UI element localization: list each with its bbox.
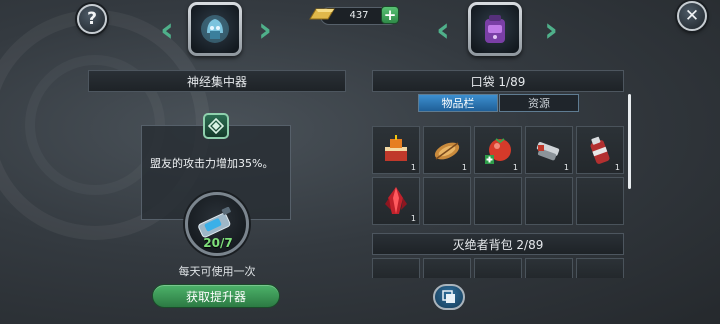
next-bag-chevron-icon[interactable]: › (542, 13, 560, 49)
birthday-cake-icon (385, 135, 407, 161)
stapler-tool-icon (536, 142, 560, 161)
close-icon: ✕ (684, 6, 700, 26)
pocket-title: 口袋 1/89 (372, 70, 624, 92)
bag-portrait (468, 2, 522, 56)
inventory-slot[interactable]: 1 (372, 126, 420, 174)
empty-slot[interactable] (372, 258, 420, 278)
neural-concentrator-icon (201, 15, 229, 43)
help-button[interactable]: ? (77, 4, 107, 34)
item-quantity: 1 (410, 163, 416, 172)
gold-amount: 437 (349, 10, 369, 21)
acquire-booster-button[interactable]: 获取提升器 (152, 284, 280, 308)
item-quantity: 1 (512, 163, 518, 172)
booster-portrait (188, 2, 242, 56)
hunter-bag-grid (372, 258, 628, 278)
help-icon: ? (87, 9, 97, 29)
item-quantity: 1 (614, 163, 620, 172)
perk-badge (203, 113, 229, 139)
booster-count: 20/7 (203, 236, 233, 250)
empty-slot[interactable] (474, 258, 522, 278)
empty-slot[interactable] (525, 258, 573, 278)
hunter-bag-title: 灭绝者背包 2/89 (372, 233, 624, 255)
effect-description: 盟友的攻击力增加35%。 (150, 157, 274, 170)
layers-icon (442, 290, 455, 303)
gold-bar-icon (309, 8, 335, 20)
empty-slot[interactable] (474, 177, 522, 225)
next-item-chevron-icon[interactable]: › (256, 13, 274, 49)
empty-slot[interactable] (576, 177, 624, 225)
add-gold-button[interactable]: + (381, 6, 399, 24)
tomato-medkit-icon (485, 138, 511, 164)
inventory-scrollbar[interactable] (628, 94, 631, 189)
backpack-icon (485, 15, 505, 43)
inventory-slot[interactable]: 1 (576, 126, 624, 174)
booster-title: 神经集中器 (88, 70, 346, 92)
inventory-slot[interactable]: 1 (372, 177, 420, 225)
item-quantity: 1 (461, 163, 467, 172)
prev-item-chevron-icon[interactable]: ‹ (158, 13, 176, 49)
empty-slot[interactable] (525, 177, 573, 225)
ally-attack-icon (208, 118, 224, 134)
close-button[interactable]: ✕ (677, 1, 707, 31)
plus-icon: + (383, 6, 397, 24)
prev-bag-chevron-icon[interactable]: ‹ (434, 13, 452, 49)
empty-slot[interactable] (576, 258, 624, 278)
item-quantity: 1 (410, 214, 416, 223)
tab-inventory[interactable]: 物品栏 (418, 94, 498, 112)
tab-resources[interactable]: 资源 (499, 94, 579, 112)
empty-slot[interactable] (423, 258, 471, 278)
roasted-meat-icon (434, 142, 460, 160)
daily-limit-text: 每天可使用一次 (178, 265, 256, 278)
inventory-grid: 1 1 1 1 1 1 (372, 126, 628, 230)
red-crystal-icon (385, 187, 407, 214)
empty-slot[interactable] (423, 177, 471, 225)
stack-toggle-button[interactable] (433, 284, 465, 310)
inventory-slot[interactable]: 1 (474, 126, 522, 174)
red-canister-icon (590, 136, 610, 164)
item-quantity: 1 (563, 163, 569, 172)
inventory-slot[interactable]: 1 (525, 126, 573, 174)
inventory-slot[interactable]: 1 (423, 126, 471, 174)
